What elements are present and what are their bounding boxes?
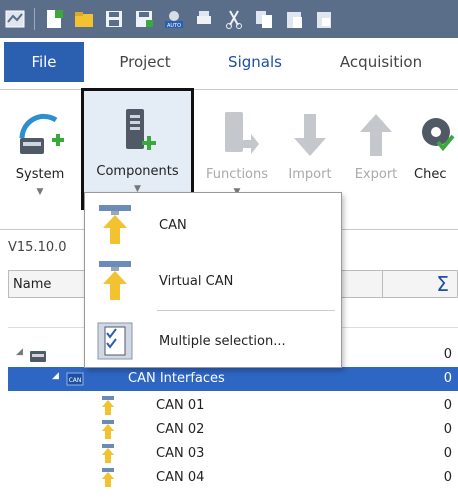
tree-row-can-01[interactable]: CAN 01 0 — [8, 394, 458, 418]
ribbon-tab-bar: File Project Signals Acquisition — [0, 38, 458, 90]
print-icon[interactable] — [193, 8, 215, 30]
cut-icon[interactable] — [223, 8, 245, 30]
export-button[interactable]: Export — [346, 96, 406, 216]
menu-item-virtual-can[interactable]: Virtual CAN — [87, 255, 339, 307]
tree-row-can-03[interactable]: CAN 03 0 — [8, 442, 458, 466]
auto-config-icon[interactable]: AUTO — [163, 8, 185, 30]
functions-icon — [200, 96, 274, 162]
open-folder-icon[interactable] — [73, 8, 95, 30]
svg-text:CAN: CAN — [69, 377, 82, 384]
gear-check-icon — [414, 96, 458, 162]
quick-access-toolbar: AUTO — [0, 0, 458, 38]
system-node-icon — [28, 345, 48, 369]
system-button[interactable]: System ▼ — [8, 96, 72, 216]
collapse-arrow-icon[interactable]: ◢ — [52, 371, 59, 381]
toolbar-separator — [34, 8, 35, 30]
copy-icon[interactable] — [253, 8, 275, 30]
tree-row-can-02[interactable]: CAN 02 0 — [8, 418, 458, 442]
export-arrow-icon — [346, 96, 406, 162]
components-icon — [84, 91, 191, 159]
tab-project[interactable]: Project — [100, 42, 190, 82]
system-icon — [8, 96, 72, 162]
tab-acquisition[interactable]: Acquisition — [326, 42, 436, 82]
import-arrow-icon — [284, 96, 336, 162]
column-name-header[interactable]: Name — [13, 277, 51, 292]
tree-row-can-interfaces[interactable]: ◢ CAN CAN Interfaces 0 — [8, 367, 458, 391]
save-as-icon[interactable] — [133, 8, 155, 30]
column-divider — [382, 271, 383, 297]
components-dropdown-menu: CAN Virtual CAN Multiple selection... — [84, 192, 342, 368]
app-menu-icon[interactable] — [4, 8, 26, 30]
paste-icon[interactable] — [283, 8, 305, 30]
can-plug-icon — [100, 467, 116, 493]
tab-file[interactable]: File — [4, 42, 84, 82]
svg-text:AUTO: AUTO — [167, 23, 181, 29]
checklist-icon — [87, 315, 143, 367]
tree-row-can-04[interactable]: CAN 04 0 — [8, 466, 458, 490]
can-bus-icon: CAN — [66, 371, 84, 391]
menu-item-can[interactable]: CAN — [87, 199, 339, 251]
virtual-can-plug-icon — [87, 255, 143, 307]
menu-item-multiple-selection[interactable]: Multiple selection... — [87, 315, 339, 367]
paste-special-icon[interactable] — [313, 8, 335, 30]
column-sum-header[interactable]: Σ — [436, 272, 449, 296]
collapse-arrow-icon[interactable]: ◢ — [16, 347, 23, 357]
tab-signals[interactable]: Signals — [210, 42, 300, 82]
menu-separator — [157, 310, 335, 311]
check-button[interactable]: Chec — [414, 96, 458, 216]
version-label: V15.10.0 — [8, 240, 67, 255]
save-icon[interactable] — [103, 8, 125, 30]
new-file-icon[interactable] — [43, 8, 65, 30]
can-plug-icon — [87, 199, 143, 251]
chevron-down-icon: ▼ — [36, 187, 44, 197]
